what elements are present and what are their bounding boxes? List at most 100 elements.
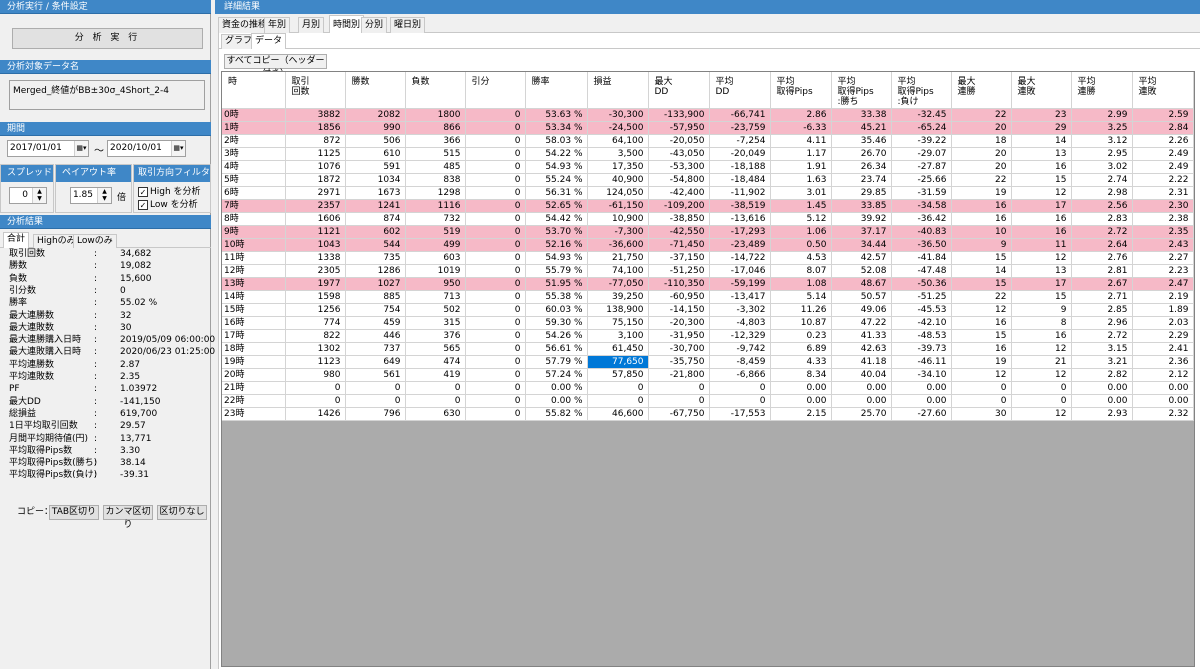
- table-cell[interactable]: 39,250: [587, 290, 649, 304]
- table-row[interactable]: 10時 1043 544 499 0 52.16 % -36,600 -71,450 -23,4…: [222, 238, 1194, 252]
- table-cell[interactable]: 3.21: [1071, 355, 1133, 369]
- table-cell[interactable]: 2.31: [1132, 186, 1194, 200]
- table-cell[interactable]: 33.38: [831, 108, 892, 122]
- table-cell[interactable]: 0: [465, 381, 526, 395]
- table-cell[interactable]: 60.03 %: [525, 303, 588, 317]
- table-cell[interactable]: 0: [465, 238, 526, 252]
- table-cell[interactable]: 57,850: [587, 368, 649, 382]
- table-cell[interactable]: 2.12: [1132, 368, 1194, 382]
- table-cell[interactable]: -18,188: [709, 160, 771, 174]
- table-cell[interactable]: 54.93 %: [525, 160, 588, 174]
- table-cell[interactable]: 22: [951, 290, 1012, 304]
- column-header[interactable]: 平均 取得Pips :負け: [891, 72, 952, 109]
- table-cell[interactable]: 46,600: [587, 407, 649, 421]
- table-cell[interactable]: 15時: [222, 303, 286, 317]
- table-cell[interactable]: 2.98: [1071, 186, 1133, 200]
- table-cell[interactable]: 11.26: [770, 303, 832, 317]
- table-cell[interactable]: 1076: [285, 160, 346, 174]
- table-cell[interactable]: 1241: [345, 199, 406, 213]
- table-cell[interactable]: -41.84: [891, 251, 952, 265]
- table-cell[interactable]: 30: [951, 407, 1012, 421]
- table-row[interactable]: 8時 1606 874 732 0 54.42 % 10,900 -38,850 -13,616…: [222, 212, 1194, 226]
- table-row[interactable]: 23時 1426 796 630 0 55.82 % 46,600 -67,750 -17,55…: [222, 407, 1194, 421]
- table-cell[interactable]: 52.08: [831, 264, 892, 278]
- tab-4[interactable]: 分別: [361, 17, 388, 33]
- table-cell[interactable]: 6.89: [770, 342, 832, 356]
- copy-comma-button[interactable]: カンマ区切り: [103, 505, 153, 530]
- table-cell[interactable]: -71,450: [648, 238, 710, 252]
- table-row[interactable]: 22時 0 0 0 0 0.00 % 0 0 0 0.00 0.00 0.00 0 0 0.00 0.00: [222, 394, 1194, 408]
- table-cell[interactable]: 54.22 %: [525, 147, 588, 161]
- table-cell[interactable]: 23時: [222, 407, 286, 421]
- table-cell[interactable]: 40,900: [587, 173, 649, 187]
- table-cell[interactable]: 15: [1011, 290, 1072, 304]
- table-cell[interactable]: 4.53: [770, 251, 832, 265]
- table-cell[interactable]: -35,750: [648, 355, 710, 369]
- tab-3[interactable]: 時間別: [329, 15, 365, 33]
- table-row[interactable]: 0時 3882 2082 1800 0 53.63 % -30,300 -133,900 -66…: [222, 108, 1194, 122]
- table-cell[interactable]: 13: [1011, 147, 1072, 161]
- table-cell[interactable]: 499: [405, 238, 466, 252]
- table-cell[interactable]: 12: [1011, 186, 1072, 200]
- table-cell[interactable]: 29.85: [831, 186, 892, 200]
- table-cell[interactable]: 2.49: [1132, 160, 1194, 174]
- table-cell[interactable]: 17: [1011, 199, 1072, 213]
- table-cell[interactable]: 2.95: [1071, 147, 1133, 161]
- table-cell[interactable]: 41.18: [831, 355, 892, 369]
- table-cell[interactable]: 12: [1011, 407, 1072, 421]
- table-cell[interactable]: -24,500: [587, 121, 649, 135]
- table-cell[interactable]: -36,600: [587, 238, 649, 252]
- table-cell[interactable]: 55.79 %: [525, 264, 588, 278]
- table-cell[interactable]: 0.00: [1132, 394, 1194, 408]
- copy-tab-button[interactable]: TAB区切り: [49, 505, 99, 520]
- table-cell[interactable]: 53.70 %: [525, 225, 588, 239]
- table-row[interactable]: 18時 1302 737 565 0 56.61 % 61,450 -30,700 -9,742…: [222, 342, 1194, 356]
- date-to-picker[interactable]: 2020/10/01 ▦▾: [107, 140, 186, 157]
- table-cell[interactable]: 2.30: [1132, 199, 1194, 213]
- table-cell[interactable]: 2.84: [1132, 121, 1194, 135]
- table-cell[interactable]: 1606: [285, 212, 346, 226]
- table-cell[interactable]: 1.63: [770, 173, 832, 187]
- table-cell[interactable]: 630: [405, 407, 466, 421]
- table-cell[interactable]: -17,553: [709, 407, 771, 421]
- table-cell[interactable]: -51.25: [891, 290, 952, 304]
- table-cell[interactable]: 1298: [405, 186, 466, 200]
- table-cell[interactable]: 874: [345, 212, 406, 226]
- table-cell[interactable]: 37.17: [831, 225, 892, 239]
- filter-low-checkbox[interactable]: ✓ Low を分析: [138, 200, 198, 211]
- table-cell[interactable]: 42.57: [831, 251, 892, 265]
- table-cell[interactable]: -51,250: [648, 264, 710, 278]
- table-cell[interactable]: -43,050: [648, 147, 710, 161]
- table-cell[interactable]: 0: [465, 121, 526, 135]
- table-cell[interactable]: 2.19: [1132, 290, 1194, 304]
- table-cell[interactable]: 796: [345, 407, 406, 421]
- table-cell[interactable]: 54.42 %: [525, 212, 588, 226]
- table-cell[interactable]: 735: [345, 251, 406, 265]
- run-analysis-button[interactable]: 分 析 実 行: [12, 28, 203, 49]
- table-cell[interactable]: 822: [285, 329, 346, 343]
- table-cell[interactable]: 0: [648, 381, 710, 395]
- table-cell[interactable]: 21: [1011, 355, 1072, 369]
- table-cell[interactable]: 3882: [285, 108, 346, 122]
- table-cell[interactable]: 0: [465, 251, 526, 265]
- table-cell[interactable]: -17,046: [709, 264, 771, 278]
- table-cell[interactable]: 561: [345, 368, 406, 382]
- table-cell[interactable]: -110,350: [648, 277, 710, 291]
- spin-arrows-icon[interactable]: ▲ ▼: [97, 188, 111, 203]
- table-cell[interactable]: 16: [1011, 329, 1072, 343]
- subtab-1[interactable]: データ: [251, 33, 287, 49]
- table-row[interactable]: 15時 1256 754 502 0 60.03 % 138,900 -14,150 -3,30…: [222, 303, 1194, 317]
- table-cell[interactable]: 990: [345, 121, 406, 135]
- column-header[interactable]: 引分: [465, 72, 526, 109]
- table-cell[interactable]: -42,550: [648, 225, 710, 239]
- table-cell[interactable]: 519: [405, 225, 466, 239]
- table-cell[interactable]: -20,049: [709, 147, 771, 161]
- table-cell[interactable]: 2.56: [1071, 199, 1133, 213]
- table-cell[interactable]: 1125: [285, 147, 346, 161]
- column-header[interactable]: 平均 取得Pips :勝ち: [831, 72, 892, 109]
- table-cell[interactable]: 0.00: [831, 394, 892, 408]
- table-cell[interactable]: 54.93 %: [525, 251, 588, 265]
- table-cell[interactable]: 2.47: [1132, 277, 1194, 291]
- table-row[interactable]: 9時 1121 602 519 0 53.70 % -7,300 -42,550 -17,293…: [222, 225, 1194, 239]
- table-cell[interactable]: 872: [285, 134, 346, 148]
